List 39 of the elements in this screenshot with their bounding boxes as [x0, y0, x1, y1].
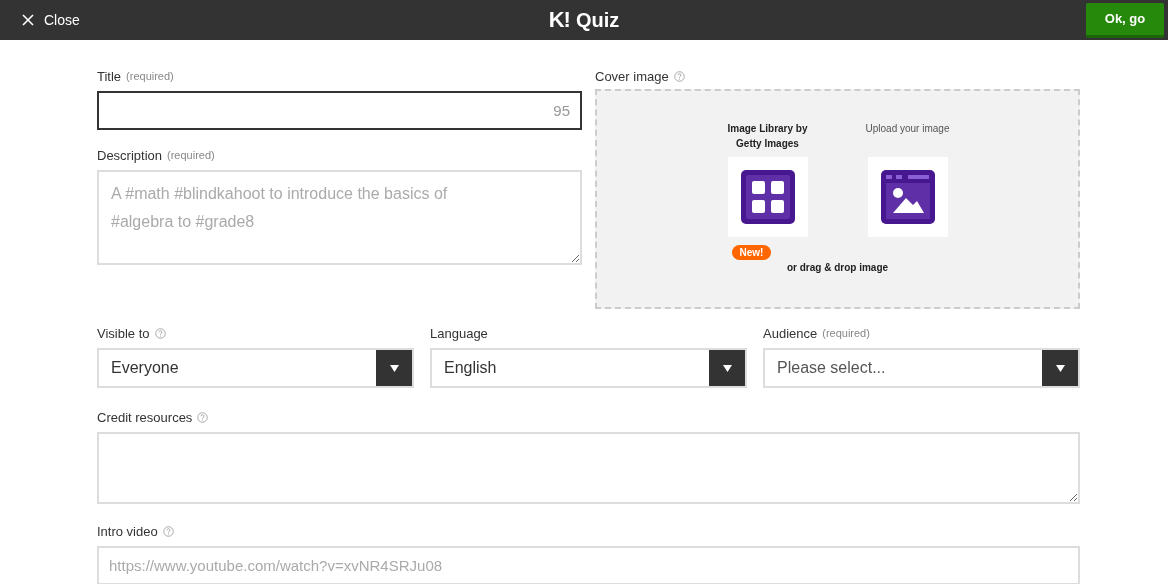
new-badge: New!	[731, 245, 772, 260]
help-icon[interactable]	[162, 525, 174, 537]
description-field[interactable]: A #math #blindkahoot to introduce the basics of #algebra to #grade8	[97, 170, 582, 265]
field-label: Visible to	[97, 325, 150, 341]
image-option-button[interactable]	[867, 157, 948, 237]
image-drop-zone[interactable]: Image Library by Getty Images New! Upload your image or drag & drop image	[595, 89, 1080, 309]
help-icon[interactable]	[673, 70, 685, 82]
caret-icon	[389, 364, 399, 372]
field-label: Audience	[763, 325, 818, 341]
field-label: Description	[97, 147, 163, 163]
field-label: Title	[97, 68, 122, 84]
confirm-button[interactable]: Ok, go	[1086, 2, 1164, 38]
drop-hint: or drag & drop image	[786, 262, 889, 273]
image-option-button[interactable]	[727, 157, 808, 237]
required-note: (required)	[822, 327, 870, 339]
page-title: Quiz	[575, 9, 620, 32]
grid-icon	[740, 170, 795, 224]
help-icon[interactable]	[197, 411, 209, 423]
dropdown[interactable]: Everyone	[97, 348, 414, 388]
required-note: (required)	[167, 149, 215, 161]
dropdown[interactable]: English	[430, 348, 747, 388]
field-label: Credit resources	[97, 409, 193, 425]
field-label: Cover image	[595, 68, 669, 84]
field-label: Language	[430, 325, 488, 341]
caret-icon	[1055, 364, 1065, 372]
option-label: Image Library by Getty Images	[726, 122, 809, 151]
caret-icon	[722, 364, 732, 372]
field-label: Intro video	[97, 523, 158, 539]
dropdown[interactable]: Please select...	[763, 348, 1080, 388]
close-icon	[22, 14, 34, 26]
logo: K!	[548, 7, 570, 33]
character-counter: 95	[553, 102, 570, 119]
required-note: (required)	[126, 70, 174, 82]
intro-video-field[interactable]: https://www.youtube.com/watch?v=xvNR4SRJu08	[97, 546, 1080, 584]
credit-resources-field[interactable]	[97, 432, 1080, 504]
option-label: Upload your image	[865, 122, 950, 136]
help-icon[interactable]	[154, 327, 166, 339]
image-window-icon	[880, 170, 935, 224]
close-button[interactable]: Close	[18, 8, 84, 32]
